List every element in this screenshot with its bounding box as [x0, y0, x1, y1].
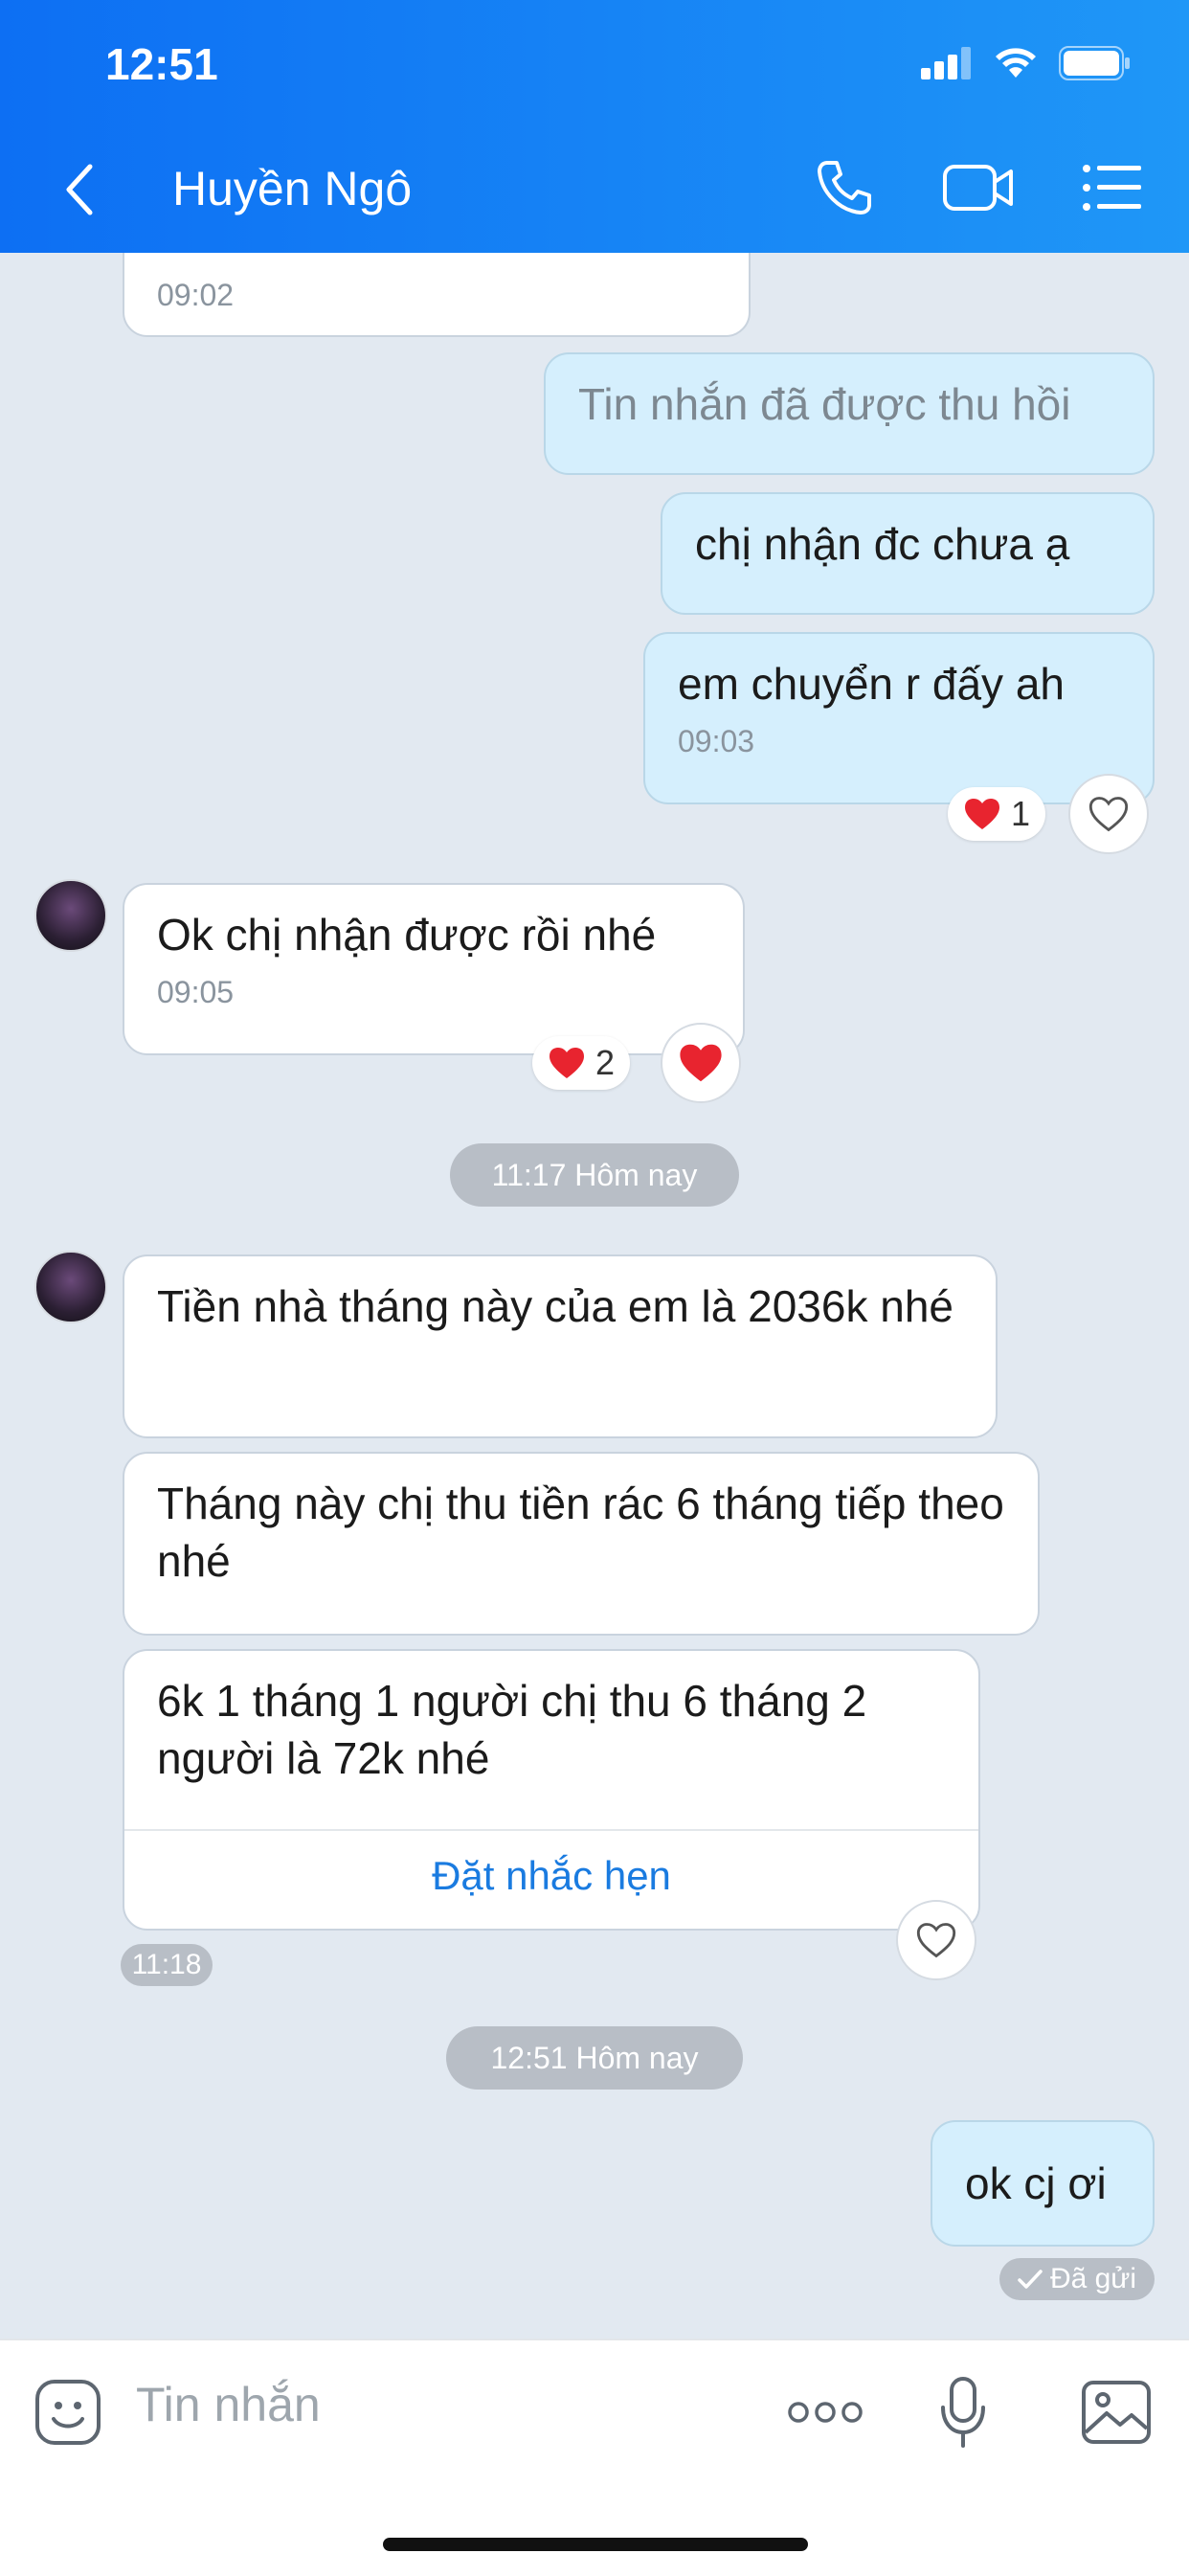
incoming-message[interactable]: Ok chị nhận được rồi nhé 09:05: [123, 883, 745, 1055]
chat-header: 12:51 Huyền Ngô: [0, 0, 1189, 253]
message-text: 6k 1 tháng 1 người chị thu 6 tháng 2 ngư…: [157, 1676, 867, 1783]
header-actions: [814, 157, 1141, 218]
reaction-summary[interactable]: 1: [948, 787, 1046, 841]
outgoing-message[interactable]: em chuyển r đấy ah 09:03: [643, 632, 1155, 804]
reaction-summary[interactable]: 2: [532, 1036, 631, 1090]
sticker-icon[interactable]: [33, 2377, 103, 2448]
date-divider: 11:17 Hôm nay: [450, 1143, 739, 1207]
status-time: 12:51: [105, 39, 218, 89]
recalled-message[interactable]: Tin nhắn đã được thu hồi: [544, 352, 1155, 475]
date-divider: 12:51 Hôm nay: [446, 2026, 743, 2090]
message-time: 09:03: [678, 724, 755, 758]
outgoing-message[interactable]: ok cj ơi: [931, 2120, 1155, 2247]
message-text: Ok chị nhận được rồi nhé: [157, 910, 657, 960]
message-time-chip: 11:18: [121, 1944, 213, 1986]
heart-icon: [680, 1044, 722, 1082]
signal-icon: [921, 47, 971, 79]
message-time: 09:05: [157, 975, 235, 1009]
image-icon[interactable]: [1080, 2379, 1153, 2446]
reaction-count: 1: [1011, 794, 1031, 833]
set-reminder-button[interactable]: Đặt nhắc hẹn: [124, 1829, 978, 1921]
react-button[interactable]: [1068, 774, 1149, 854]
message-time: 09:02: [157, 278, 235, 312]
status-icons: [921, 46, 1132, 80]
input-placeholder-text: Tin nhắn: [136, 2378, 321, 2431]
message-text: ok cj ơi: [965, 2158, 1107, 2208]
sent-status-text: Đã gửi: [1049, 2263, 1137, 2294]
check-icon: [1018, 2270, 1043, 2289]
react-button[interactable]: [896, 1900, 976, 1980]
more-icon[interactable]: [787, 2398, 864, 2427]
microphone-icon[interactable]: [938, 2375, 988, 2450]
avatar[interactable]: [34, 1251, 107, 1323]
menu-list-icon[interactable]: [1082, 163, 1141, 213]
message-input-bar: Tin nhắn: [0, 2339, 1189, 2576]
battery-icon: [1059, 46, 1130, 80]
sent-status: Đã gửi: [999, 2258, 1155, 2300]
message-text: em chuyển r đấy ah: [678, 659, 1066, 709]
contact-name[interactable]: Huyền Ngô: [172, 161, 412, 216]
home-indicator: [383, 2538, 808, 2551]
video-call-icon[interactable]: [942, 159, 1015, 216]
heart-outline-icon: [916, 1923, 956, 1958]
chat-area[interactable]: 09:02 Tin nhắn đã được thu hồi chị nhận …: [0, 253, 1189, 2339]
heart-icon: [550, 1048, 584, 1078]
incoming-message[interactable]: Tiền nhà tháng này của em là 2036k nhé: [123, 1254, 998, 1438]
message-text: chị nhận đc chưa ạ: [695, 519, 1070, 569]
message-text: Tháng này chị thu tiền rác 6 tháng tiếp …: [157, 1479, 1004, 1586]
outgoing-message[interactable]: chị nhận đc chưa ạ: [661, 492, 1155, 615]
heart-icon: [965, 799, 999, 829]
incoming-message[interactable]: Tháng này chị thu tiền rác 6 tháng tiếp …: [123, 1452, 1040, 1636]
incoming-message[interactable]: 6k 1 tháng 1 người chị thu 6 tháng 2 ngư…: [123, 1649, 980, 1931]
wifi-icon: [996, 48, 1036, 78]
heart-outline-icon: [1088, 797, 1129, 832]
avatar[interactable]: [34, 879, 107, 952]
message-text: Tiền nhà tháng này của em là 2036k nhé: [157, 1281, 953, 1331]
back-icon[interactable]: [57, 161, 103, 218]
react-button[interactable]: [661, 1023, 741, 1103]
reaction-count: 2: [595, 1043, 616, 1082]
message-text: Tin nhắn đã được thu hồi: [578, 379, 1071, 429]
incoming-message[interactable]: 09:02: [123, 253, 751, 337]
message-input[interactable]: Tin nhắn: [136, 2377, 321, 2432]
phone-icon[interactable]: [814, 157, 875, 218]
